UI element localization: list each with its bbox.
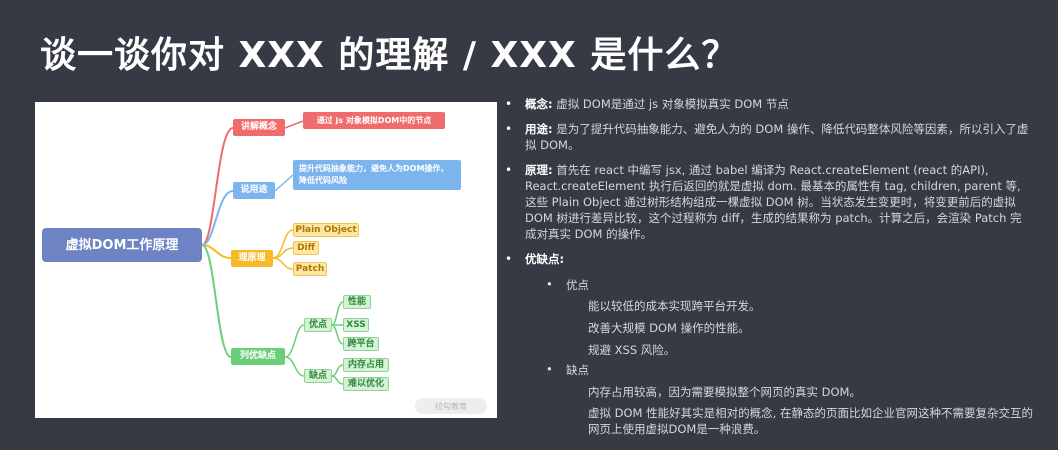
concept-text: 虚拟 DOM是通过 js 对象模拟真实 DOM 节点: [552, 97, 789, 111]
cons-item-1: 内存占用较高，因为需要模拟整个网页的真实 DOM。: [588, 385, 861, 399]
mindmap-pro-performance: 性能: [343, 295, 371, 309]
bullet-proscons: 优缺点:: [505, 251, 1030, 267]
concept-label: 概念:: [525, 97, 553, 111]
mindmap-cons-node: 缺点: [304, 369, 332, 383]
slide-title: 谈一谈你对 XXX 的理解 / XXX 是什么？: [40, 35, 739, 76]
watermark-logo: 拉勾教育: [415, 398, 487, 414]
proscons-label: 优缺点:: [525, 252, 565, 266]
bullet-concept: 概念: 虚拟 DOM是通过 js 对象模拟真实 DOM 节点: [505, 96, 1030, 112]
mindmap-branch-principle: 理原理: [231, 250, 273, 267]
bullet-principle: 原理: 首先在 react 中编写 jsx, 通过 babel 编译为 Reac…: [505, 162, 1030, 242]
bullet-purpose: 用途: 是为了提升代码抽象能力、避免人为的 DOM 操作、降低代码整体风险等因素…: [505, 121, 1030, 153]
mindmap-leaf-concept: 通过 js 对象模拟DOM中的节点: [303, 112, 445, 129]
purpose-text: 是为了提升代码抽象能力、避免人为的 DOM 操作、降低代码整体风险等因素，所以引…: [525, 122, 1029, 152]
pros-item-2: 改善大规模 DOM 操作的性能。: [588, 321, 750, 335]
mindmap-leaf-plain-object: Plain Object: [293, 223, 359, 237]
cons-item-2: 虚拟 DOM 性能好其实是相对的概念, 在静态的页面比如企业官网这种不需要复杂交…: [588, 406, 1033, 436]
mindmap-branch-proscons: 列优缺点: [231, 348, 285, 365]
pros-item-3: 规避 XSS 风险。: [588, 343, 676, 357]
mindmap-leaf-purpose: 提升代码抽象能力，避免人为DOM操作，降低代码风险: [293, 160, 461, 190]
mindmap-root-node: 虚拟DOM工作原理: [42, 228, 202, 262]
mindmap-con-optimize: 难以优化: [343, 377, 389, 391]
mindmap-leaf-patch: Patch: [293, 262, 327, 276]
mindmap-pro-cross-platform: 跨平台: [343, 337, 379, 351]
mindmap-con-memory: 内存占用: [343, 358, 389, 372]
purpose-label: 用途:: [525, 122, 553, 136]
mindmap-branch-concept: 讲解概念: [233, 119, 285, 136]
mindmap-image: 虚拟DOM工作原理 讲解概念 通过 js 对象模拟DOM中的节点 说用途 提升代…: [35, 102, 497, 418]
mindmap-leaf-diff: Diff: [293, 241, 319, 255]
mindmap-branch-purpose: 说用途: [233, 182, 275, 199]
mindmap-pro-xss: XSS: [343, 318, 369, 332]
pros-item-1: 能以较低的成本实现跨平台开发。: [588, 299, 761, 313]
pros-heading: 优点: [546, 277, 589, 293]
content-panel: 概念: 虚拟 DOM是通过 js 对象模拟真实 DOM 节点 用途: 是为了提升…: [505, 96, 1030, 276]
principle-text: 首先在 react 中编写 jsx, 通过 babel 编译为 React.cr…: [525, 163, 1022, 241]
principle-label: 原理:: [525, 163, 553, 177]
mindmap-pros-node: 优点: [304, 318, 332, 332]
cons-heading: 缺点: [546, 362, 589, 378]
